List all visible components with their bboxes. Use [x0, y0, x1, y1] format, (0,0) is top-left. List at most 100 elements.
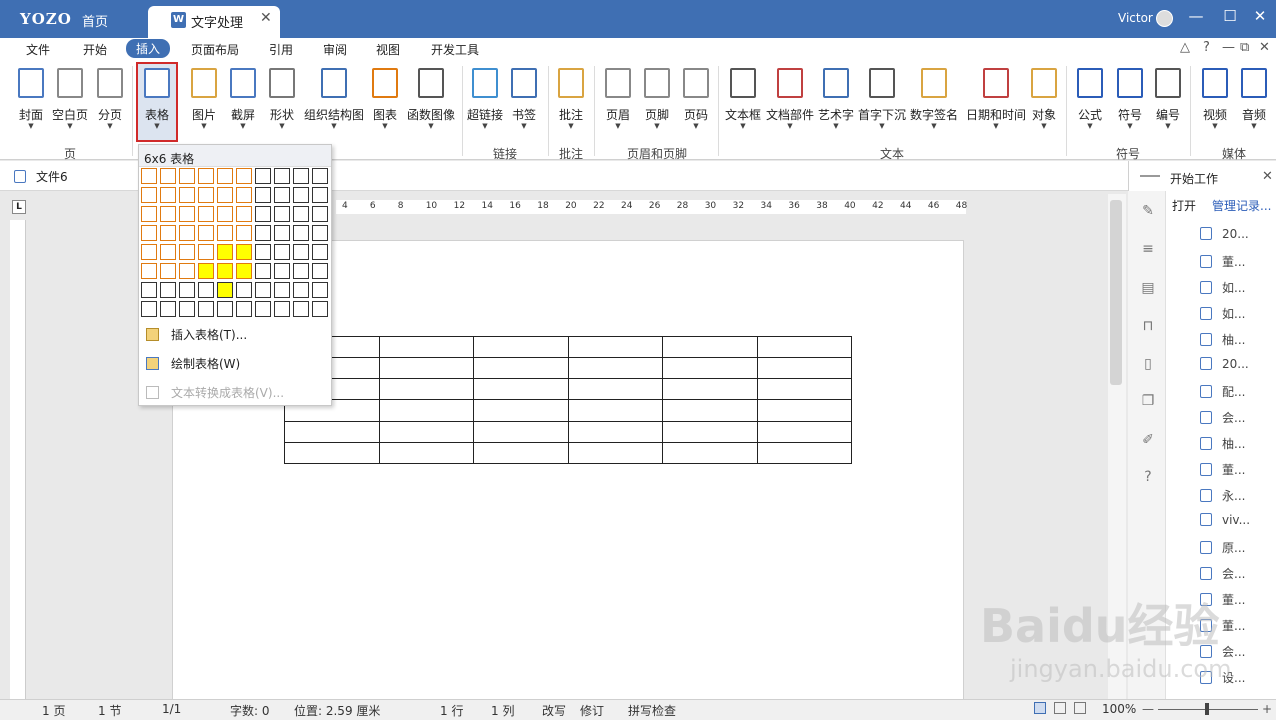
ruler-tab-selector[interactable]: L [12, 200, 26, 214]
grid-cell[interactable] [217, 244, 233, 260]
table-cell[interactable] [473, 335, 569, 359]
ribbon-button-bookmark[interactable]: 书签 ▼ [504, 64, 544, 136]
table-row[interactable] [284, 378, 852, 401]
grid-cell[interactable] [179, 263, 195, 279]
recent-file-item[interactable]: viv... [1200, 513, 1250, 527]
status-track-changes[interactable]: 修订 [580, 702, 604, 719]
table-cell[interactable] [567, 378, 663, 401]
layers-icon[interactable]: ▤ [1141, 281, 1155, 295]
home-tab[interactable]: 首页 [82, 11, 108, 30]
table-cell[interactable] [662, 335, 758, 359]
recent-file-item[interactable]: 董... [1200, 461, 1245, 478]
settings-icon[interactable]: ≡ [1141, 242, 1155, 256]
grid-cell[interactable] [217, 168, 233, 184]
doc-tab[interactable]: W 文字处理 ✕ [148, 6, 280, 38]
vertical-ruler[interactable] [10, 220, 26, 700]
grid-cell[interactable] [293, 187, 309, 203]
recent-file-item[interactable]: 如... [1200, 305, 1245, 322]
ribbon-button-datetime[interactable]: 日期和时间 ▼ [966, 64, 1026, 136]
grid-cell[interactable] [274, 244, 290, 260]
recent-file-item[interactable]: 如... [1200, 279, 1245, 296]
ribbon-button-formula[interactable]: 公式 ▼ [1070, 64, 1110, 136]
menu-developer[interactable]: 开发工具 [431, 41, 479, 58]
grid-cell[interactable] [255, 168, 271, 184]
menu-insert[interactable]: 插入 [126, 39, 171, 58]
web-view-icon[interactable] [1054, 702, 1066, 714]
copy-icon[interactable]: ❐ [1141, 394, 1155, 408]
grid-cell[interactable] [217, 187, 233, 203]
ribbon-button-textbox[interactable]: 文本框 ▼ [723, 64, 763, 136]
table-row[interactable] [284, 357, 852, 380]
grid-cell[interactable] [141, 301, 157, 317]
ribbon-button-signature[interactable]: 数字签名 ▼ [910, 64, 958, 136]
recent-file-item[interactable]: 柚... [1200, 331, 1245, 348]
table-cell[interactable] [662, 420, 758, 443]
grid-cell[interactable] [198, 206, 214, 222]
recent-file-item[interactable]: 20... [1200, 227, 1249, 241]
grid-cell[interactable] [198, 187, 214, 203]
grid-cell[interactable] [293, 282, 309, 298]
grid-cell[interactable] [293, 168, 309, 184]
ribbon-button-shapes[interactable]: 形状 ▼ [262, 64, 302, 136]
table-cell[interactable] [567, 357, 663, 380]
grid-cell[interactable] [274, 263, 290, 279]
grid-cell[interactable] [274, 282, 290, 298]
table-cell[interactable] [756, 420, 852, 443]
grid-cell[interactable] [255, 225, 271, 241]
ribbon-button-picture[interactable]: 图片 ▼ [184, 64, 224, 136]
ribbon-button-cover[interactable]: 封面 ▼ [11, 64, 51, 136]
table-cell[interactable] [567, 441, 663, 465]
grid-cell[interactable] [312, 244, 328, 260]
help-icon[interactable]: ? [1203, 40, 1210, 55]
ribbon-minimize-icon[interactable]: — [1222, 40, 1235, 55]
grid-cell[interactable] [274, 301, 290, 317]
table-cell[interactable] [756, 378, 852, 401]
close-tab-icon[interactable]: ✕ [260, 10, 272, 26]
grid-cell[interactable] [141, 244, 157, 260]
grid-cell[interactable] [160, 244, 176, 260]
grid-cell[interactable] [255, 206, 271, 222]
ribbon-button-hyperlink[interactable]: 超链接 ▼ [465, 64, 505, 136]
menu-page-layout[interactable]: 页面布局 [191, 41, 239, 58]
ribbon-button-org-chart[interactable]: 组织结构图 ▼ [304, 64, 364, 136]
grid-cell[interactable] [179, 225, 195, 241]
grid-cell[interactable] [141, 206, 157, 222]
grid-cell[interactable] [141, 282, 157, 298]
table-cell[interactable] [567, 420, 663, 443]
table-cell[interactable] [473, 420, 569, 443]
table-cell[interactable] [473, 357, 569, 380]
ribbon-button-blank-page[interactable]: 空白页 ▼ [50, 64, 90, 136]
table-cell[interactable] [284, 420, 380, 443]
grid-cell[interactable] [217, 225, 233, 241]
recent-file-item[interactable]: 配... [1200, 383, 1245, 400]
table-cell[interactable] [378, 399, 474, 422]
recent-file-item[interactable]: 会... [1200, 565, 1245, 582]
grid-cell[interactable] [236, 282, 252, 298]
table-cell[interactable] [284, 441, 380, 465]
grid-cell[interactable] [255, 282, 271, 298]
edit-icon[interactable]: ✐ [1141, 433, 1155, 447]
grid-cell[interactable] [217, 263, 233, 279]
table-cell[interactable] [567, 399, 663, 422]
question-icon[interactable]: ? [1141, 470, 1155, 484]
user-name[interactable]: Victor [1118, 11, 1153, 25]
grid-cell[interactable] [217, 301, 233, 317]
ribbon-button-table[interactable]: 表格 ▼ [137, 64, 177, 136]
ribbon-button-doc-parts[interactable]: 文档部件 ▼ [766, 64, 814, 136]
grid-cell[interactable] [236, 187, 252, 203]
grid-cell[interactable] [236, 301, 252, 317]
document-table[interactable] [284, 335, 852, 465]
grid-cell[interactable] [274, 168, 290, 184]
ribbon-button-function-graph[interactable]: 函数图像 ▼ [407, 64, 455, 136]
ribbon-button-header[interactable]: 页眉 ▼ [598, 64, 638, 136]
ribbon-button-video[interactable]: 视频 ▼ [1195, 64, 1235, 136]
grid-cell[interactable] [236, 244, 252, 260]
grid-cell[interactable] [141, 263, 157, 279]
menu-home[interactable]: 开始 [83, 41, 107, 58]
grid-cell[interactable] [141, 187, 157, 203]
grid-cell[interactable] [312, 301, 328, 317]
outline-view-icon[interactable] [1074, 702, 1086, 714]
ribbon-button-audio[interactable]: 音频 ▼ [1234, 64, 1274, 136]
grid-cell[interactable] [179, 206, 195, 222]
table-row[interactable] [284, 399, 852, 422]
